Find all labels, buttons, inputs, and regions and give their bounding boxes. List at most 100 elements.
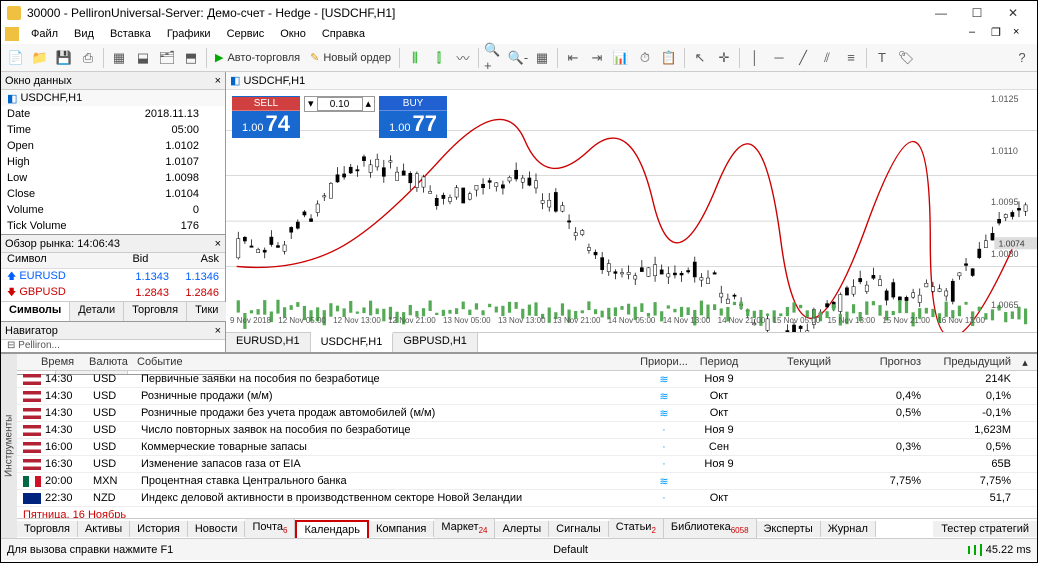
- market-icon[interactable]: ⬓: [132, 47, 154, 69]
- maximize-button[interactable]: ☐: [959, 2, 995, 24]
- auto-trade-button[interactable]: ▶Авто-торговля: [211, 51, 304, 64]
- terminal-icon[interactable]: ⬒: [180, 47, 202, 69]
- bar-chart-icon[interactable]: ⫼: [404, 47, 426, 69]
- chart-title: USDCHF,H1: [243, 75, 305, 87]
- data-row: Tick Volume176: [1, 218, 225, 234]
- tab-trade[interactable]: Торговля: [124, 302, 187, 321]
- minimize-button[interactable]: —: [923, 2, 959, 24]
- calendar-row[interactable]: 22:30NZDИндекс деловой активности в прои…: [17, 490, 1037, 507]
- crosshair-icon[interactable]: ✛: [713, 47, 735, 69]
- market-close-icon[interactable]: ×: [215, 238, 221, 250]
- data-window-panel: Окно данных× ◧ USDCHF,H1 Date2018.11.13T…: [1, 72, 225, 235]
- vline-icon[interactable]: │: [744, 47, 766, 69]
- terminal-tab[interactable]: Активы: [78, 521, 130, 537]
- terminal-tab[interactable]: Сигналы: [549, 521, 609, 537]
- profile-name[interactable]: Default: [473, 544, 668, 556]
- col-bid: Bid: [78, 253, 149, 268]
- strategy-tester-tab[interactable]: Тестер стратегий: [933, 521, 1037, 537]
- tab-details[interactable]: Детали: [70, 302, 124, 321]
- open-icon[interactable]: 📁: [29, 47, 51, 69]
- line-chart-icon[interactable]: 〰: [452, 47, 474, 69]
- mdi-restore[interactable]: ❐: [991, 26, 1013, 42]
- data-row: Time05:00: [1, 122, 225, 138]
- quote-row[interactable]: 🡇 GBPUSD1.28431.2846: [1, 285, 225, 301]
- buy-button[interactable]: BUY 1.0077: [379, 96, 447, 138]
- cursor-icon[interactable]: ↖: [689, 47, 711, 69]
- y-axis: 1.01251.0110 1.00951.0080 1.0065: [989, 90, 1037, 314]
- lot-input[interactable]: [317, 97, 363, 111]
- data-row: Volume0: [1, 202, 225, 218]
- candle-chart-icon[interactable]: ⫿: [428, 47, 450, 69]
- terminal-tab[interactable]: Новости: [188, 521, 246, 537]
- navigator-close-icon[interactable]: ×: [215, 325, 221, 337]
- tab-ticks[interactable]: Тики: [187, 302, 227, 321]
- fib-icon[interactable]: ≡: [840, 47, 862, 69]
- menu-file[interactable]: Файл: [23, 26, 66, 42]
- channel-icon[interactable]: ⫽: [816, 47, 838, 69]
- lot-up[interactable]: ▴: [363, 97, 375, 111]
- data-row: Close1.0104: [1, 186, 225, 202]
- data-window-close-icon[interactable]: ×: [215, 75, 221, 87]
- calendar-row[interactable]: 16:30USDИзменение запасов газа от EIA·Но…: [17, 456, 1037, 473]
- menu-service[interactable]: Сервис: [219, 26, 273, 42]
- zoom-in-icon[interactable]: 🔍+: [483, 47, 505, 69]
- calendar-row[interactable]: 14:30USDЧисло повторных заявок на пособи…: [17, 422, 1037, 439]
- nav-icon[interactable]: 🗂: [156, 47, 178, 69]
- scroll-up[interactable]: ▴: [1019, 356, 1031, 369]
- chart-area[interactable]: ◧ USDCHF,H1 SELL 1.0074 ▾▴ BUY 1.0077: [226, 72, 1037, 352]
- calendar-row[interactable]: 14:30USDПервичные заявки на пособия по б…: [17, 371, 1037, 388]
- terminal-tab[interactable]: Статьи2: [609, 519, 664, 537]
- menu-window[interactable]: Окно: [272, 26, 314, 42]
- terminal-tab[interactable]: История: [130, 521, 188, 537]
- hline-icon[interactable]: ─: [768, 47, 790, 69]
- calendar-row[interactable]: 20:00MXNПроцентная ставка Центрального б…: [17, 473, 1037, 490]
- terminal-tab[interactable]: Компания: [369, 521, 434, 537]
- tab-symbols[interactable]: Символы: [1, 302, 70, 321]
- terminal-tab[interactable]: Алерты: [495, 521, 549, 537]
- connection-status[interactable]: 45.22 ms: [968, 544, 1031, 556]
- lot-down[interactable]: ▾: [305, 97, 317, 111]
- trendline-icon[interactable]: ╱: [792, 47, 814, 69]
- indicators-icon[interactable]: 📊: [610, 47, 632, 69]
- menu-help[interactable]: Справка: [314, 26, 373, 42]
- template-icon[interactable]: 📋: [658, 47, 680, 69]
- new-order-button[interactable]: ✎Новый ордер: [306, 51, 395, 64]
- print-icon[interactable]: ⎙: [77, 47, 99, 69]
- help-text: Для вызова справки нажмите F1: [7, 544, 173, 556]
- window-title: 30000 - PellironUniversal-Server: Демо-с…: [27, 6, 395, 20]
- profiles-icon[interactable]: ▦: [108, 47, 130, 69]
- text-icon[interactable]: T: [871, 47, 893, 69]
- help-icon[interactable]: ?: [1011, 47, 1033, 69]
- chart-tab-usdchf[interactable]: USDCHF,H1: [311, 332, 394, 352]
- chart-tab-gbpusd[interactable]: GBPUSD,H1: [393, 333, 478, 352]
- terminal-tab[interactable]: Торговля: [17, 521, 78, 537]
- menu-insert[interactable]: Вставка: [102, 26, 159, 42]
- terminal-tab[interactable]: Календарь: [295, 520, 369, 538]
- chart-tab-eurusd[interactable]: EURUSD,H1: [226, 333, 311, 352]
- terminal-tab[interactable]: Маркет24: [434, 519, 495, 537]
- calendar-date-row: Пятница, 16 Ноябрь: [17, 507, 1037, 518]
- terminal-tab[interactable]: Библиотека6058: [664, 519, 757, 537]
- zoom-out-icon[interactable]: 🔍-: [507, 47, 529, 69]
- calendar-row[interactable]: 16:00USDКоммерческие товарные запасы·Сен…: [17, 439, 1037, 456]
- terminal-tab[interactable]: Эксперты: [757, 521, 821, 537]
- save-icon[interactable]: 💾: [53, 47, 75, 69]
- close-button[interactable]: ✕: [995, 2, 1031, 24]
- label-icon[interactable]: 🏷: [895, 47, 917, 69]
- calendar-row[interactable]: 14:30USDРозничные продажи без учета прод…: [17, 405, 1037, 422]
- quote-row[interactable]: 🡅 EURUSD1.13431.1346: [1, 269, 225, 285]
- period-icon[interactable]: ⏱: [634, 47, 656, 69]
- terminal-tab[interactable]: Журнал: [821, 521, 876, 537]
- shift-icon[interactable]: ⇤: [562, 47, 584, 69]
- scroll-icon[interactable]: ⇥: [586, 47, 608, 69]
- new-icon[interactable]: 📄: [5, 47, 27, 69]
- mdi-minimize[interactable]: –: [969, 26, 991, 42]
- sell-button[interactable]: SELL 1.0074: [232, 96, 300, 138]
- menu-charts[interactable]: Графики: [159, 26, 219, 42]
- terminal-tab[interactable]: Почта6: [245, 519, 295, 537]
- market-title: Обзор рынка: 14:06:43: [5, 238, 120, 250]
- menu-view[interactable]: Вид: [66, 26, 102, 42]
- tile-icon[interactable]: ▦: [531, 47, 553, 69]
- calendar-row[interactable]: 14:30USDРозничные продажи (м/м)≋Окт0,4%0…: [17, 388, 1037, 405]
- mdi-close[interactable]: ×: [1013, 26, 1035, 42]
